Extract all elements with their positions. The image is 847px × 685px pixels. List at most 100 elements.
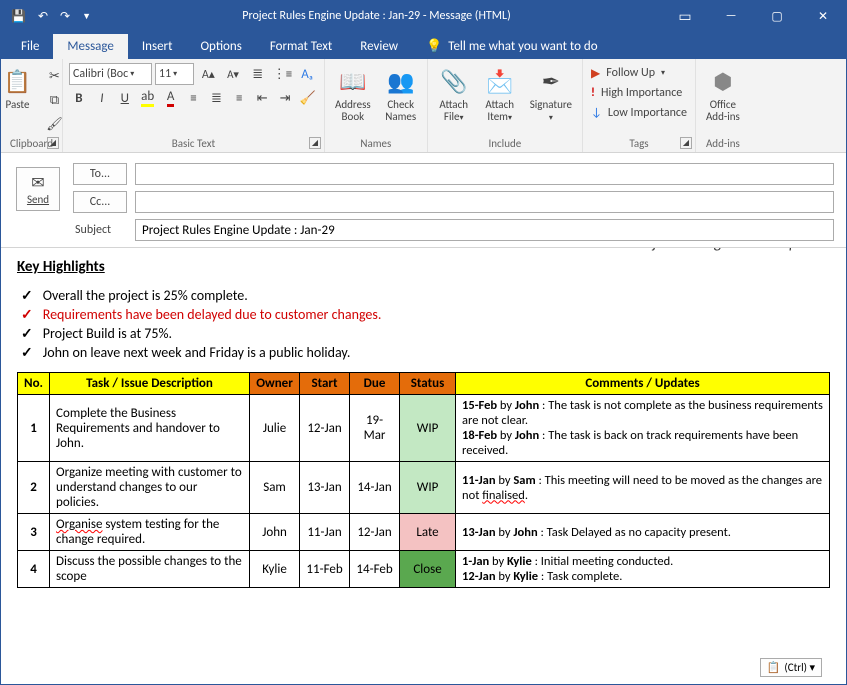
italic-button[interactable]: I — [92, 87, 112, 109]
cell-task: Discuss the possible changes to the scop… — [50, 551, 250, 588]
title-bar: 💾 ↶ ↷ ▼ Project Rules Engine Update : Ja… — [1, 1, 846, 31]
indent-right-icon[interactable]: ⇥ — [275, 87, 295, 109]
cell-start: 11-Feb — [300, 551, 350, 588]
cell-no: 3 — [18, 514, 50, 551]
cell-start: 12-Jan — [300, 395, 350, 462]
group-addins-label: Add-ins — [702, 135, 744, 150]
font-color-icon[interactable]: A — [161, 87, 181, 109]
bold-button[interactable]: B — [69, 87, 89, 109]
check-names-icon: 👥 — [385, 65, 417, 97]
indent-left-icon[interactable]: ⇤ — [252, 87, 272, 109]
table-header-row: No. Task / Issue Description Owner Start… — [18, 373, 830, 395]
grow-font-icon[interactable]: A▴ — [197, 63, 219, 85]
tab-message[interactable]: Message — [53, 34, 127, 59]
cell-status: Late — [400, 514, 456, 551]
subject-field[interactable] — [135, 219, 834, 241]
shrink-font-icon[interactable]: A▾ — [222, 63, 244, 85]
basictext-dialog-launcher[interactable]: ◢ — [309, 137, 321, 149]
table-row: 1Complete the Business Requirements and … — [18, 395, 830, 462]
underline-button[interactable]: U — [115, 87, 135, 109]
cell-owner: John — [250, 514, 300, 551]
cc-field[interactable] — [135, 191, 834, 213]
ribbon-options-icon[interactable]: ▭ — [662, 1, 708, 31]
cell-task: Organize meeting with customer to unders… — [50, 462, 250, 514]
follow-up-button[interactable]: ▶Follow Up▾ — [589, 63, 667, 83]
tab-insert[interactable]: Insert — [128, 34, 187, 59]
attach-item-icon: 📩 — [484, 65, 516, 97]
tab-format-text[interactable]: Format Text — [256, 34, 346, 59]
tab-file[interactable]: File — [7, 34, 53, 59]
paperclip-icon: 📎 — [438, 65, 470, 97]
table-row: 4Discuss the possible changes to the sco… — [18, 551, 830, 588]
cell-status: Close — [400, 551, 456, 588]
cell-comments: 11-Jan by Sam : This meeting will need t… — [456, 462, 830, 514]
paste-options-label: (Ctrl) ▾ — [784, 661, 815, 674]
to-button[interactable]: To... — [73, 163, 127, 185]
signature-button[interactable]: ✒ Signature▾ — [526, 63, 576, 125]
styles-icon[interactable]: Aₐ — [296, 63, 318, 85]
cell-due: 14-Feb — [350, 551, 400, 588]
cell-owner: Sam — [250, 462, 300, 514]
th-owner: Owner — [250, 373, 300, 395]
send-button[interactable]: ✉ Send — [16, 167, 60, 211]
undo-icon[interactable]: ↶ — [38, 9, 48, 24]
paste-button[interactable]: 📋 Paste — [0, 63, 38, 113]
address-book-button[interactable]: 📖 Address Book — [331, 63, 375, 125]
high-importance-button[interactable]: !High Importance — [589, 83, 684, 103]
save-icon[interactable]: 💾 — [11, 9, 26, 24]
tab-options[interactable]: Options — [186, 34, 255, 59]
cell-comments: 13-Jan by John : Task Delayed as no capa… — [456, 514, 830, 551]
cell-status: WIP — [400, 462, 456, 514]
ribbon-tabs: File Message Insert Options Format Text … — [1, 31, 846, 59]
attach-file-button[interactable]: 📎 Attach File▾ — [434, 63, 474, 125]
cell-comments: 1-Jan by Kylie : Initial meeting conduct… — [456, 551, 830, 588]
numbering-icon[interactable]: ⋮≡ — [272, 63, 294, 85]
tasks-table: No. Task / Issue Description Owner Start… — [17, 372, 830, 588]
tab-review[interactable]: Review — [346, 34, 412, 59]
flag-icon: ▶ — [591, 66, 600, 81]
table-row: 2Organize meeting with customer to under… — [18, 462, 830, 514]
clear-format-icon[interactable]: 🧹 — [298, 87, 318, 109]
bullets-icon[interactable]: ≣ — [247, 63, 269, 85]
send-label: Send — [27, 193, 49, 206]
th-no: No. — [18, 373, 50, 395]
cell-no: 1 — [18, 395, 50, 462]
group-names-label: Names — [331, 135, 421, 150]
align-left-icon[interactable]: ≡ — [184, 87, 204, 109]
addins-icon: ⬢ — [707, 65, 739, 97]
cc-button[interactable]: Cc... — [73, 191, 127, 213]
align-center-icon[interactable]: ≣ — [206, 87, 226, 109]
cell-due: 19-Mar — [350, 395, 400, 462]
send-icon: ✉ — [31, 173, 44, 193]
watermark-subtitle: Project Management Templates — [632, 248, 826, 253]
window-title: Project Rules Engine Update : Jan-29 - M… — [91, 9, 662, 23]
highlight-icon[interactable]: ab — [138, 87, 158, 109]
message-body[interactable]: Techno-PM Project Management Templates K… — [1, 248, 846, 683]
close-icon[interactable]: ✕ — [800, 1, 846, 31]
low-importance-button[interactable]: ↓Low Importance — [589, 103, 689, 123]
office-addins-button[interactable]: ⬢ Office Add-ins — [702, 63, 744, 125]
group-tags-label: Tags — [589, 135, 689, 150]
tell-me-label: Tell me what you want to do — [448, 39, 597, 54]
cell-no: 4 — [18, 551, 50, 588]
list-item: Project Build is at 75%. — [41, 324, 830, 343]
check-names-button[interactable]: 👥 Check Names — [381, 63, 421, 125]
ribbon: 📋 Paste ✂ ⧉ 🖌 Clipboard ◢ Calibri (Boc▾ … — [1, 59, 846, 153]
paste-options-button[interactable]: 📋 (Ctrl) ▾ — [760, 658, 822, 677]
qat-dropdown-icon[interactable]: ▼ — [82, 11, 91, 22]
down-arrow-icon: ↓ — [591, 106, 602, 120]
align-right-icon[interactable]: ≡ — [229, 87, 249, 109]
to-field[interactable] — [135, 163, 834, 185]
maximize-icon[interactable]: ▢ — [754, 1, 800, 31]
attach-item-button[interactable]: 📩 Attach Item▾ — [480, 63, 520, 125]
th-start: Start — [300, 373, 350, 395]
minimize-icon[interactable]: — — [708, 1, 754, 31]
tags-dialog-launcher[interactable]: ◢ — [680, 137, 692, 149]
th-comments: Comments / Updates — [456, 373, 830, 395]
tell-me-search[interactable]: 💡 Tell me what you want to do — [412, 34, 612, 59]
address-book-icon: 📖 — [337, 65, 369, 97]
font-size-combo[interactable]: 11▾ — [155, 63, 195, 85]
clipboard-dialog-launcher[interactable]: ◢ — [47, 137, 59, 149]
redo-icon[interactable]: ↷ — [60, 9, 70, 24]
font-name-combo[interactable]: Calibri (Boc▾ — [69, 63, 152, 85]
